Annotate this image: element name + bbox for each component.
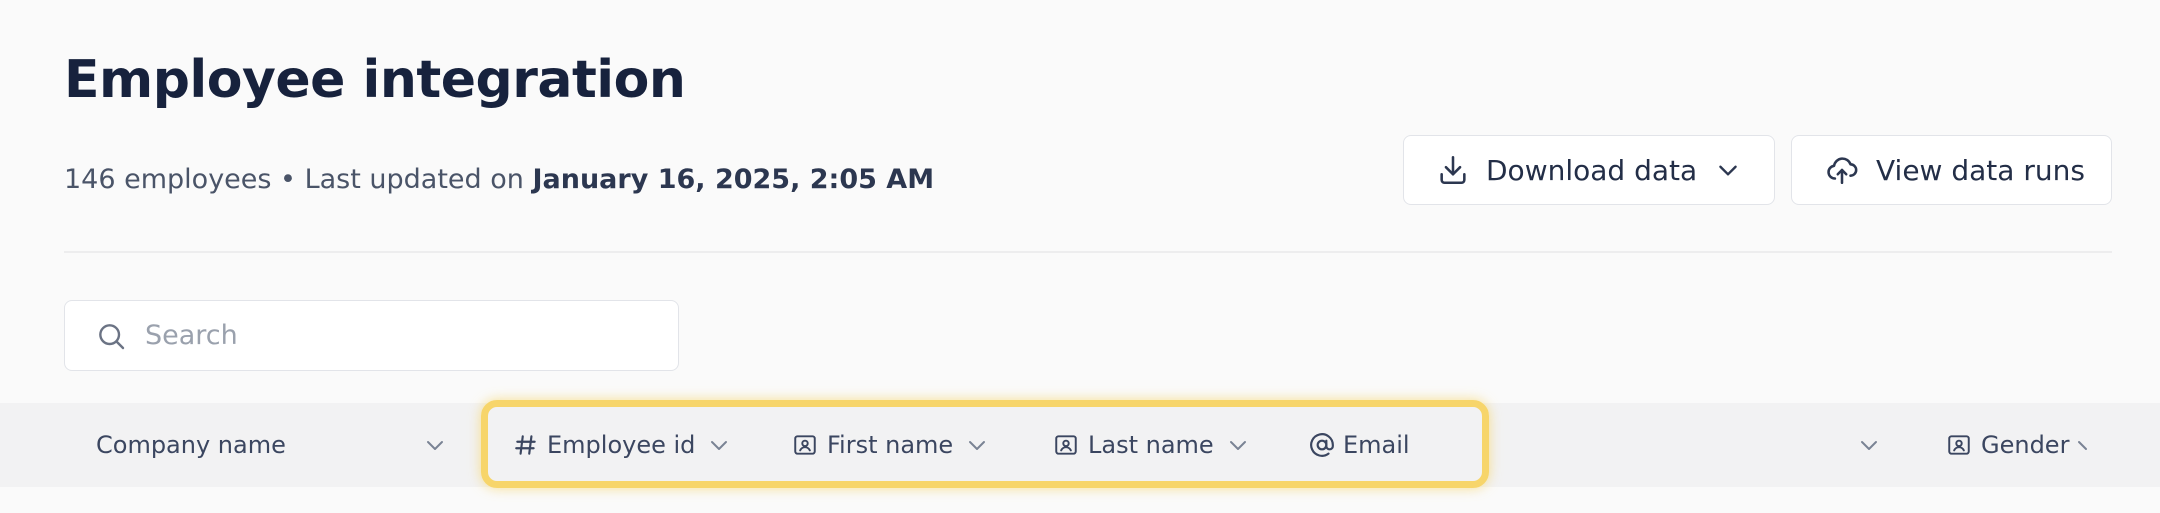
column-label: Employee id — [547, 431, 696, 459]
chevron-down-icon — [1226, 433, 1250, 457]
id-card-icon — [1052, 432, 1080, 458]
column-header-company-name[interactable]: Company name — [96, 403, 286, 487]
chevron-down-icon — [423, 433, 447, 457]
search-input[interactable] — [145, 320, 645, 351]
column-label: Company name — [96, 431, 286, 459]
column-label: First name — [827, 431, 954, 459]
search-icon — [95, 320, 127, 352]
page-subtitle: 146 employees • Last updated on January … — [64, 164, 934, 195]
page-title: Employee integration — [64, 50, 686, 110]
employee-count: 146 employees — [64, 164, 272, 195]
id-card-icon — [791, 432, 819, 458]
download-data-label: Download data — [1486, 153, 1698, 187]
download-data-button[interactable]: Download data — [1403, 135, 1775, 205]
column-label: Last name — [1088, 431, 1214, 459]
hash-icon — [513, 432, 539, 458]
company-name-sort-toggle[interactable] — [423, 403, 447, 487]
download-icon — [1436, 153, 1470, 187]
column-header-email[interactable]: Email — [1309, 403, 1410, 487]
last-updated-prefix: Last updated on — [304, 164, 533, 195]
column-header-employee-id[interactable]: Employee id — [513, 403, 731, 487]
chevron-down-icon — [965, 433, 989, 457]
id-card-icon — [1945, 432, 1973, 458]
chevron-down-icon — [707, 433, 731, 457]
at-icon — [1309, 432, 1335, 458]
table-header-row: Company name Employee id First name Last… — [0, 403, 2160, 487]
column-header-gender[interactable]: Gender — [1945, 403, 2089, 487]
cloud-upload-icon — [1824, 153, 1860, 187]
chevron-down-icon — [2075, 433, 2089, 457]
column-label: Gender — [1981, 431, 2070, 459]
subtitle-separator: • — [271, 164, 305, 195]
last-updated-date: January 16, 2025, 2:05 AM — [532, 164, 935, 195]
chevron-down-icon — [1857, 433, 1881, 457]
view-data-runs-label: View data runs — [1876, 153, 2085, 187]
column-header-first-name[interactable]: First name — [791, 403, 989, 487]
chevron-down-icon — [1715, 157, 1741, 183]
column-label: Email — [1343, 431, 1410, 459]
employee-integration-page: Employee integration 146 employees • Las… — [0, 0, 2160, 513]
view-data-runs-button[interactable]: View data runs — [1791, 135, 2112, 205]
column-header-last-name[interactable]: Last name — [1052, 403, 1250, 487]
column-header-unnamed[interactable] — [1857, 403, 1881, 487]
search-box[interactable] — [64, 300, 679, 371]
header-divider — [64, 251, 2112, 253]
